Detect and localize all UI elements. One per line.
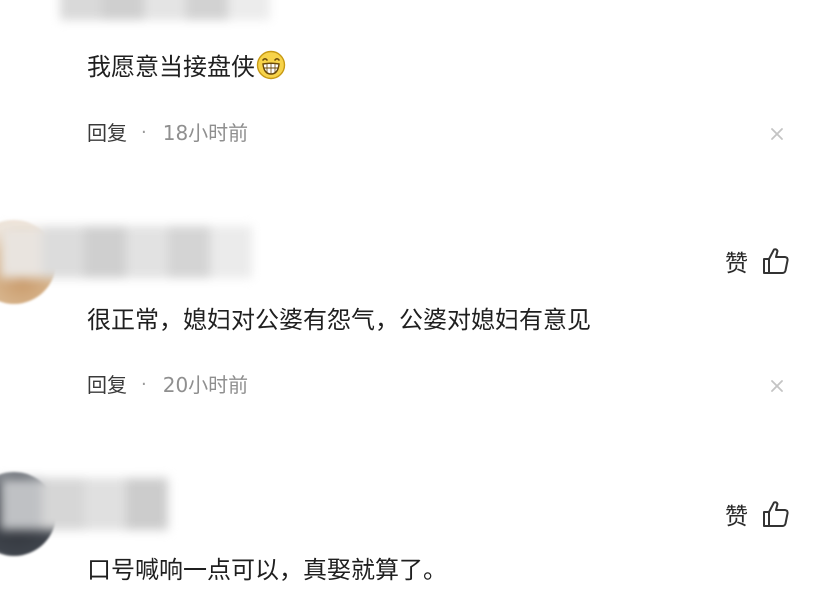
blurred-username: [60, 0, 270, 20]
like-label: 赞: [725, 504, 748, 530]
like-button[interactable]: 赞: [725, 244, 792, 278]
like-label: 赞: [725, 251, 748, 277]
comment-item: 赞 很正常，媳妇对公婆有怨气，公婆对媳妇有意见 回复 · 20小时前: [0, 220, 838, 410]
comment-text: 我愿意当接盘侠: [87, 50, 286, 83]
grinning-face-icon: [256, 50, 286, 80]
comment-time: 18小时前: [162, 121, 249, 145]
comment-text: 很正常，媳妇对公婆有怨气，公婆对媳妇有意见: [87, 306, 591, 334]
comment-meta: 回复 · 18小时前: [87, 120, 248, 146]
reply-button[interactable]: 回复: [87, 372, 127, 398]
comment-time: 20小时前: [162, 373, 249, 397]
like-button[interactable]: 赞: [725, 497, 792, 531]
thumbs-up-icon: [763, 248, 789, 274]
comment-list: 我愿意当接盘侠 回复 · 18小时前 赞 很正常，媳妇对公婆有怨气，公婆对媳妇有…: [0, 0, 838, 616]
comment-item: 赞 口号喊响一点可以，真娶就算了。: [0, 470, 838, 616]
thumbs-up-icon: [763, 501, 789, 527]
meta-separator: ·: [141, 374, 147, 395]
blurred-username: [0, 226, 252, 278]
reply-button[interactable]: 回复: [87, 120, 127, 146]
comment-text-content: 我愿意当接盘侠: [87, 53, 255, 81]
blurred-username: [0, 478, 168, 530]
close-icon[interactable]: [768, 377, 786, 395]
comment-item: 我愿意当接盘侠 回复 · 18小时前: [0, 0, 838, 200]
meta-separator: ·: [141, 122, 147, 143]
close-icon[interactable]: [768, 125, 786, 143]
comment-meta: 回复 · 20小时前: [87, 372, 248, 398]
comment-text: 口号喊响一点可以，真娶就算了。: [87, 556, 447, 584]
